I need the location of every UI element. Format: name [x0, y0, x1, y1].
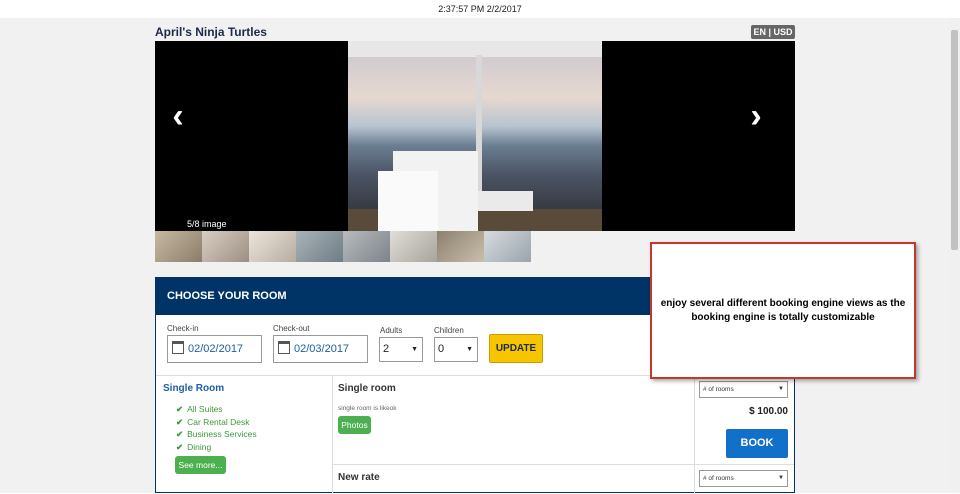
- list-item: ✔ Business Services: [176, 429, 257, 439]
- rate-description: single room is likeok: [338, 405, 397, 412]
- scrollbar-thumb[interactable]: [951, 30, 958, 250]
- thumbnail[interactable]: [390, 231, 437, 262]
- check-icon: ✔: [176, 429, 184, 439]
- list-item: ✔ Car Rental Desk: [176, 416, 250, 427]
- rate-title: Single room: [338, 383, 396, 394]
- scrollbar[interactable]: [949, 18, 960, 493]
- book-button[interactable]: BOOK: [726, 429, 788, 458]
- callout-box: enjoy several different booking engine v…: [650, 242, 916, 379]
- clock-text: 2:37:57 PM 2/2/2017: [438, 4, 522, 14]
- gallery-next-arrow-icon[interactable]: ›: [741, 99, 771, 133]
- list-item: ✔ All Suites: [176, 404, 223, 414]
- gallery-photo: [348, 41, 602, 231]
- check-icon: ✔: [176, 441, 184, 452]
- children-label: Children: [434, 326, 464, 335]
- gallery-counter: 5/8 image: [187, 219, 227, 229]
- language-currency-badge[interactable]: EN | USD: [751, 25, 795, 39]
- callout-text: enjoy several different booking engine v…: [660, 297, 906, 323]
- photos-button[interactable]: Photos: [338, 416, 371, 434]
- room-title[interactable]: Single Room: [163, 383, 224, 394]
- calendar-icon: [172, 341, 184, 354]
- update-button[interactable]: UPDATE: [489, 334, 543, 363]
- adults-label: Adults: [380, 326, 403, 335]
- rooms-count-select[interactable]: # of rooms ▼: [699, 470, 788, 487]
- amenity-list: ✔ All Suites ✔ Car Rental Desk ✔ Business S…: [176, 403, 257, 453]
- calendar-icon: [278, 341, 290, 354]
- rooms-count-select[interactable]: # of rooms ▼: [699, 381, 788, 398]
- thumbnail[interactable]: [437, 231, 484, 262]
- checkin-label: Check-in: [167, 324, 199, 333]
- thumbnail[interactable]: [296, 231, 343, 262]
- hotel-title: April's Ninja Turtles: [155, 25, 267, 39]
- thumbnail[interactable]: [343, 231, 390, 262]
- clock-bar: 2:37:57 PM 2/2/2017: [0, 0, 960, 18]
- thumbnail[interactable]: [155, 231, 202, 262]
- checkout-label: Check-out: [273, 324, 310, 333]
- chevron-down-icon: ▼: [466, 346, 473, 353]
- list-item: ✔ Dining: [176, 441, 212, 452]
- rate-price: $ 100.00: [749, 406, 788, 417]
- check-icon: ✔: [176, 416, 184, 427]
- checkin-input[interactable]: 02/02/2017: [167, 335, 262, 363]
- rate-title: New rate: [338, 472, 380, 483]
- thumbnail[interactable]: [249, 231, 296, 262]
- chevron-down-icon: ▼: [778, 475, 784, 481]
- check-icon: ✔: [176, 404, 184, 414]
- see-more-button[interactable]: See more...: [175, 456, 226, 474]
- photo-gallery: ‹ › 5/8 image: [155, 41, 795, 231]
- chevron-down-icon: ▼: [411, 346, 418, 353]
- checkout-input[interactable]: 02/03/2017: [273, 335, 368, 363]
- children-select[interactable]: 0 ▼: [434, 337, 478, 362]
- chevron-down-icon: ▼: [778, 386, 784, 392]
- adults-select[interactable]: 2 ▼: [379, 337, 423, 362]
- thumbnail[interactable]: [202, 231, 249, 262]
- gallery-prev-arrow-icon[interactable]: ‹: [163, 99, 193, 133]
- gallery-thumbnails: [155, 231, 531, 262]
- thumbnail[interactable]: [484, 231, 531, 262]
